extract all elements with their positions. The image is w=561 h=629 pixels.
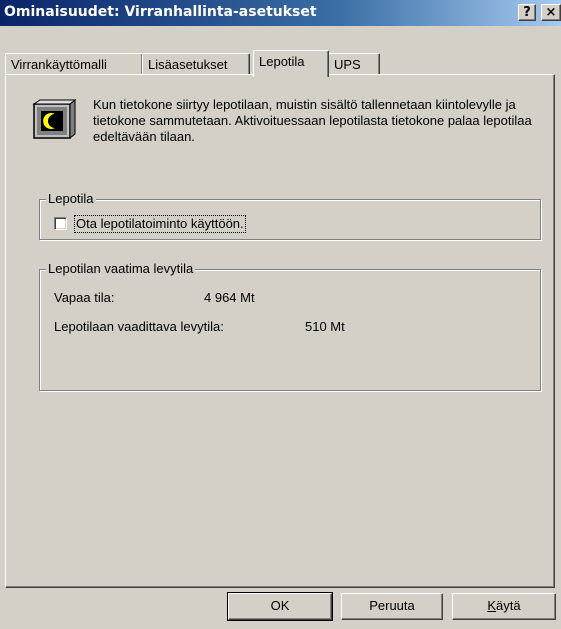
tab-lepotila[interactable]: Lepotila bbox=[253, 50, 329, 77]
enable-hibernate-checkbox[interactable] bbox=[54, 217, 67, 230]
hibernate-group-label: Lepotila bbox=[46, 191, 96, 207]
cancel-button[interactable]: Peruuta bbox=[341, 593, 443, 620]
required-space-value: 510 Mt bbox=[305, 319, 345, 334]
window-title: Ominaisuudet: Virranhallinta-asetukset bbox=[4, 4, 317, 20]
free-space-label: Vapaa tila: bbox=[54, 290, 115, 305]
required-space-label: Lepotilaan vaadittava levytila: bbox=[54, 319, 224, 334]
apply-accelerator: K bbox=[487, 598, 497, 613]
enable-hibernate-label[interactable]: Ota lepotilatoiminto käyttöön. bbox=[74, 215, 246, 233]
close-button[interactable]: × bbox=[541, 4, 561, 21]
monitor-moon-icon bbox=[32, 98, 77, 140]
apply-button[interactable]: Käytä bbox=[452, 593, 556, 620]
title-bar[interactable]: Ominaisuudet: Virranhallinta-asetukset ?… bbox=[0, 0, 561, 26]
tab-ups[interactable]: UPS bbox=[328, 53, 380, 75]
properties-dialog: Ominaisuudet: Virranhallinta-asetukset ?… bbox=[0, 0, 561, 629]
hibernate-description: Kun tietokone siirtyy lepotilaan, muisti… bbox=[93, 97, 532, 144]
help-button[interactable]: ? bbox=[518, 4, 536, 21]
ok-button[interactable]: OK bbox=[227, 592, 333, 621]
tab-virrankayttomalli[interactable]: Virrankäyttömalli bbox=[5, 53, 143, 75]
apply-label-rest: äytä bbox=[496, 598, 521, 613]
tab-lisaasetukset[interactable]: Lisäasetukset bbox=[142, 53, 250, 75]
free-space-value: 4 964 Mt bbox=[204, 290, 255, 305]
disk-group-label: Lepotilan vaatima levytila bbox=[46, 261, 196, 277]
